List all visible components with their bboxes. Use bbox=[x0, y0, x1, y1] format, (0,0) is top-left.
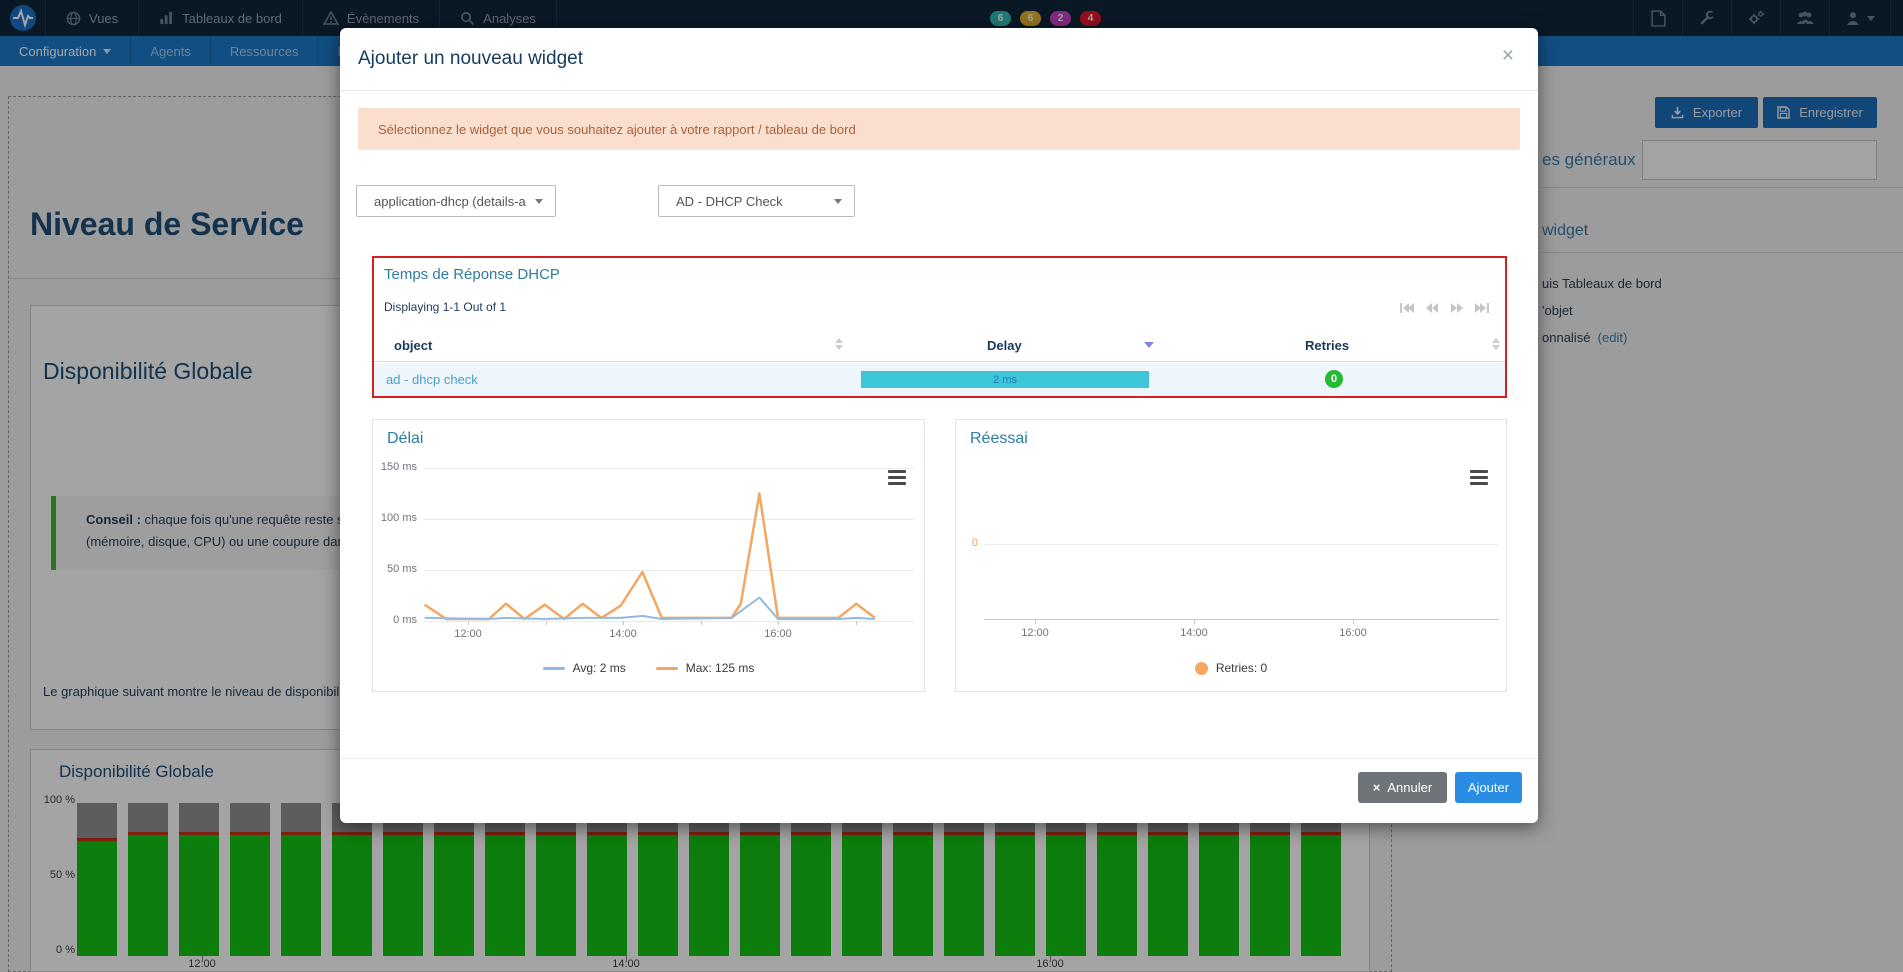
object-link[interactable]: ad - dhcp check bbox=[386, 372, 478, 387]
table-row: ad - dhcp check 2 ms 0 bbox=[374, 363, 1505, 396]
alert-text: Sélectionnez le widget que vous souhaite… bbox=[378, 122, 856, 137]
retries-chart-panel: Réessai 0 12:00 14:00 16:00 Retries: 0 bbox=[955, 419, 1507, 692]
legend-item-avg: Avg: 2 ms bbox=[543, 661, 626, 675]
info-alert: Sélectionnez le widget que vous souhaite… bbox=[358, 108, 1520, 150]
legend-item-retries: Retries: 0 bbox=[1195, 661, 1267, 675]
cancel-button[interactable]: × Annuler bbox=[1358, 772, 1447, 803]
first-page-icon bbox=[1399, 302, 1415, 314]
divider bbox=[340, 90, 1538, 91]
legend-swatch bbox=[1195, 662, 1208, 675]
close-icon[interactable]: × bbox=[1494, 40, 1522, 72]
chart-title: Délai bbox=[387, 430, 423, 448]
column-header-delay[interactable]: Delay bbox=[857, 330, 1162, 361]
column-label: object bbox=[394, 338, 432, 353]
column-label: Retries bbox=[1305, 338, 1349, 353]
legend-label: Retries: 0 bbox=[1216, 661, 1267, 675]
previous-page-button[interactable] bbox=[1421, 298, 1443, 317]
x-axis-tick-mark bbox=[1035, 620, 1036, 624]
delay-chart-lines bbox=[373, 456, 926, 632]
widget-preview-panel: Temps de Réponse DHCP Displaying 1-1 Out… bbox=[372, 256, 1507, 398]
previous-page-icon bbox=[1425, 302, 1439, 314]
first-page-button[interactable] bbox=[1396, 298, 1418, 317]
chart-legend: Avg: 2 ms Max: 125 ms bbox=[373, 661, 924, 675]
x-axis-line bbox=[984, 619, 1498, 620]
legend-label: Avg: 2 ms bbox=[573, 661, 626, 675]
chevron-down-icon bbox=[535, 199, 543, 204]
cell-object: ad - dhcp check bbox=[374, 363, 857, 396]
legend-swatch bbox=[656, 667, 678, 670]
last-page-icon bbox=[1474, 302, 1490, 314]
sort-icon[interactable] bbox=[1492, 338, 1500, 350]
cancel-button-label: Annuler bbox=[1387, 780, 1432, 795]
pagination-controls bbox=[1396, 298, 1493, 317]
y-axis-tick: 0 bbox=[960, 537, 978, 549]
chart-title: Réessai bbox=[970, 430, 1028, 448]
column-header-retries[interactable]: Retries bbox=[1162, 330, 1505, 361]
x-axis-tick: 14:00 bbox=[1180, 627, 1208, 639]
x-axis-tick: 12:00 bbox=[1021, 627, 1049, 639]
delay-chart-panel: Délai 150 ms100 ms50 ms0 ms12:0014:0016:… bbox=[372, 419, 925, 692]
preview-title: Temps de Réponse DHCP bbox=[384, 266, 560, 283]
widget-select-value: AD - DHCP Check bbox=[676, 194, 783, 209]
report-select-value: application-dhcp (details-a bbox=[374, 194, 526, 209]
next-page-button[interactable] bbox=[1446, 298, 1468, 317]
gridline bbox=[984, 544, 1498, 545]
x-axis-tick: 16:00 bbox=[1339, 627, 1367, 639]
cell-retries: 0 bbox=[1162, 363, 1505, 396]
chart-line bbox=[425, 494, 875, 620]
pagination-status: Displaying 1-1 Out of 1 bbox=[384, 300, 506, 314]
last-page-button[interactable] bbox=[1471, 298, 1493, 317]
delay-value-bar: 2 ms bbox=[861, 371, 1149, 388]
retries-badge: 0 bbox=[1325, 370, 1343, 388]
add-widget-modal: Ajouter un nouveau widget × Sélectionnez… bbox=[340, 28, 1538, 823]
close-x-icon: × bbox=[1373, 780, 1381, 795]
report-select[interactable]: application-dhcp (details-a bbox=[356, 185, 556, 217]
column-header-object[interactable]: object bbox=[374, 330, 857, 361]
legend-item-max: Max: 125 ms bbox=[656, 661, 755, 675]
legend-label: Max: 125 ms bbox=[686, 661, 755, 675]
modal-title: Ajouter un nouveau widget bbox=[358, 48, 583, 70]
chart-legend: Retries: 0 bbox=[956, 661, 1506, 675]
x-axis-tick-mark bbox=[1194, 620, 1195, 624]
table-header: object Delay Retries bbox=[374, 330, 1505, 362]
sort-icon[interactable] bbox=[835, 338, 843, 350]
add-button-label: Ajouter bbox=[1468, 780, 1509, 795]
legend-swatch bbox=[543, 667, 565, 670]
add-button[interactable]: Ajouter bbox=[1455, 772, 1522, 803]
chart-menu-icon[interactable] bbox=[1470, 470, 1488, 485]
chevron-down-icon bbox=[834, 199, 842, 204]
divider bbox=[340, 758, 1538, 759]
cell-delay: 2 ms bbox=[857, 363, 1162, 396]
x-axis-tick-mark bbox=[1353, 620, 1354, 624]
next-page-icon bbox=[1450, 302, 1464, 314]
column-label: Delay bbox=[987, 338, 1022, 353]
widget-select[interactable]: AD - DHCP Check bbox=[658, 185, 855, 217]
sort-desc-icon[interactable] bbox=[1144, 342, 1154, 348]
